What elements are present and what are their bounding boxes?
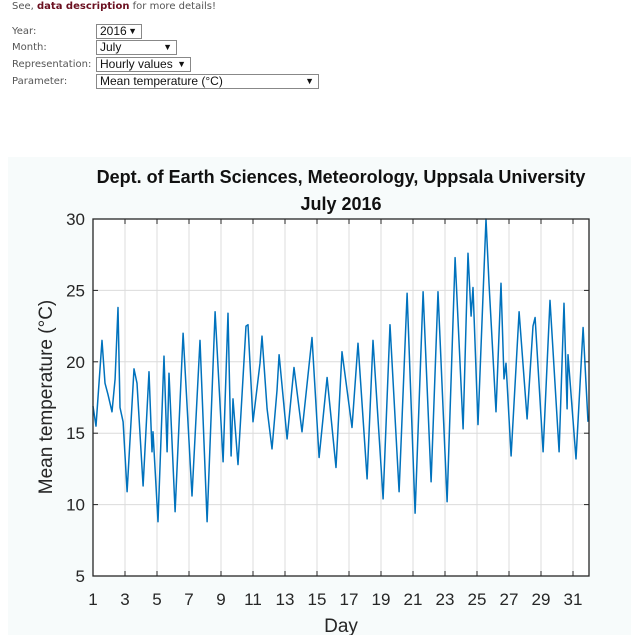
- x-tick-label: 17: [340, 590, 359, 609]
- x-tick-label: 31: [564, 590, 583, 609]
- x-tick-label: 21: [404, 590, 423, 609]
- y-tick-label: 20: [66, 353, 85, 372]
- x-tick-label: 27: [500, 590, 519, 609]
- y-tick-label: 5: [76, 567, 85, 586]
- x-axis-label: Day: [324, 616, 358, 635]
- x-tick-label: 23: [436, 590, 455, 609]
- y-tick-label: 30: [66, 210, 85, 229]
- x-tick-label: 3: [120, 590, 129, 609]
- chart-title: Dept. of Earth Sciences, Meteorology, Up…: [97, 167, 586, 187]
- x-tick-label: 9: [216, 590, 225, 609]
- y-tick-label: 15: [66, 424, 85, 443]
- x-tick-label: 13: [276, 590, 295, 609]
- y-tick-label: 10: [66, 496, 85, 515]
- y-axis-label: Mean temperature (°C): [36, 300, 57, 495]
- x-tick-label: 25: [468, 590, 487, 609]
- x-tick-label: 29: [532, 590, 551, 609]
- y-tick-label: 25: [66, 281, 85, 300]
- x-tick-label: 7: [184, 590, 193, 609]
- x-tick-label: 19: [372, 590, 391, 609]
- x-tick-label: 15: [308, 590, 327, 609]
- chart-subtitle: July 2016: [300, 194, 381, 214]
- x-tick-label: 5: [152, 590, 161, 609]
- x-tick-label: 1: [88, 590, 97, 609]
- x-tick-label: 11: [244, 590, 262, 609]
- temperature-chart: Dept. of Earth Sciences, Meteorology, Up…: [36, 167, 590, 635]
